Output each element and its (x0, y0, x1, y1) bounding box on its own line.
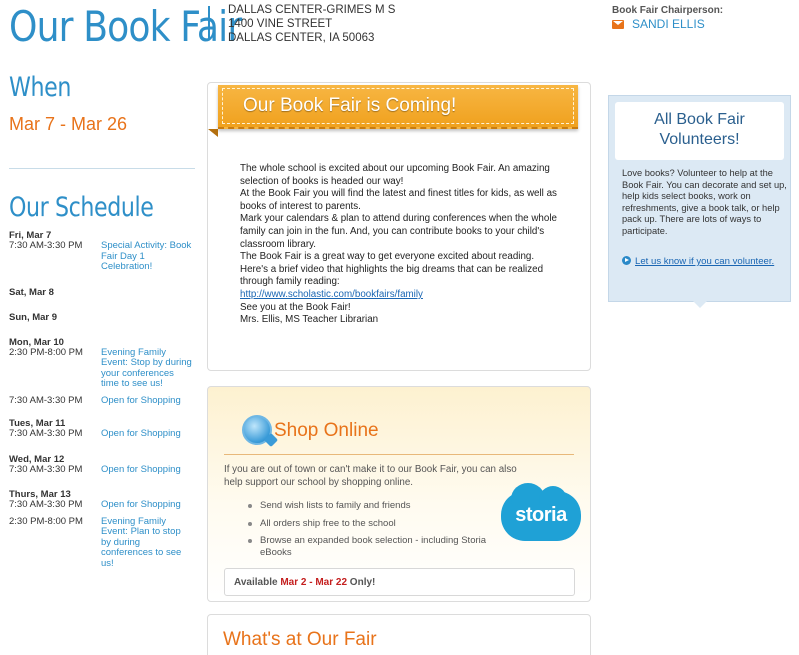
event-description: Open for Shopping (101, 499, 181, 510)
schedule-day: Fri, Mar 7 7:30 AM-3:30 PM Special Activit… (9, 230, 195, 273)
chairperson-name[interactable]: SANDI ELLIS (632, 17, 705, 31)
event-time: 7:30 AM-3:30 PM (9, 499, 83, 510)
sidebar-divider (9, 168, 195, 169)
available-prefix: Available (234, 577, 281, 588)
event-time: 7:30 AM-3:30 PM (9, 428, 83, 439)
event-description: Evening Family Event: Stop by during you… (101, 346, 192, 389)
schedule-list: Fri, Mar 7 7:30 AM-3:30 PM Special Activit… (9, 230, 195, 569)
event-time: 2:30 PM-8:00 PM (9, 515, 83, 527)
event-description: Evening Family Event: Plan to stop by du… (101, 515, 182, 569)
when-heading: When (9, 72, 71, 103)
event-time: 2:30 PM-8:00 PM (9, 346, 83, 358)
event-description: Open for Shopping (101, 428, 181, 439)
coming-signature: Mrs. Ellis, MS Teacher Librarian (240, 314, 379, 326)
event-description: Special Activity: Book Fair Day 1 Celebr… (101, 240, 192, 272)
coming-banner: Our Book Fair is Coming! (218, 85, 578, 129)
storia-label: storia (515, 504, 567, 526)
coming-closing: See you at the Book Fair! (240, 301, 351, 313)
schedule-event: 7:30 AM-3:30 PM Open for Shopping (9, 394, 195, 407)
site-title: Our Book Fair (9, 2, 242, 51)
schedule-date: Mon, Mar 10 (9, 336, 64, 348)
volunteer-link[interactable]: Let us know if you can volunteer. (622, 256, 782, 269)
volunteer-link-text[interactable]: Let us know if you can volunteer. (635, 256, 774, 267)
list-item: All orders ship free to the school (248, 518, 498, 530)
family-video-link[interactable]: http://www.scholastic.com/bookfairs/fami… (240, 289, 560, 302)
event-description: Open for Shopping (101, 463, 181, 475)
shop-intro: If you are out of town or can't make it … (224, 464, 517, 488)
available-suffix: Only! (347, 577, 376, 588)
shop-panel: Shop Online If you are out of town or ca… (207, 386, 591, 602)
list-item: Send wish lists to family and friends (248, 500, 498, 512)
schedule-event: 2:30 PM-8:00 PM Evening Family Event: Pla… (9, 515, 195, 570)
availability-notice: Available Mar 2 - Mar 22 Only! (224, 568, 575, 596)
schedule-event: 7:30 AM-3:30 PM Special Activity: Book Fa… (9, 240, 195, 273)
school-city: DALLAS CENTER, IA 50063 (228, 32, 375, 44)
volunteer-title-box: All Book Fair Volunteers! (615, 102, 784, 160)
shop-benefits-list: Send wish lists to family and friends Al… (248, 500, 498, 564)
coming-body: The whole school is excited about our up… (240, 163, 560, 327)
schedule-heading: Our Schedule (9, 192, 154, 223)
banner-fold (208, 129, 218, 137)
chairperson-contact[interactable]: SANDI ELLIS (612, 17, 705, 31)
coming-title: Our Book Fair is Coming! (243, 95, 457, 116)
available-dates: Mar 2 - Mar 22 (280, 577, 348, 588)
coming-paragraph: The whole school is excited about our up… (240, 163, 550, 187)
school-address: DALLAS CENTER-GRIMES M S 1400 VINE STREE… (228, 3, 395, 45)
schedule-day: Mon, Mar 10 2:30 PM-8:00 PM Evening Family… (9, 337, 195, 407)
schedule-date: Sun, Mar 9 (9, 311, 58, 323)
event-time: 7:30 AM-3:30 PM (9, 463, 83, 475)
coming-paragraph: Mark your calendars & plan to attend dur… (240, 213, 557, 250)
shop-title[interactable]: Shop Online (274, 420, 379, 442)
school-name: DALLAS CENTER-GRIMES M S (228, 4, 396, 16)
coming-paragraph: At the Book Fair you will find the lates… (240, 188, 557, 212)
schedule-event: 2:30 PM-8:00 PM Evening Family Event: Sto… (9, 346, 195, 390)
volunteer-box: All Book Fair Volunteers! Love books? Vo… (608, 95, 791, 308)
chairperson-label: Book Fair Chairperson: (612, 5, 724, 16)
schedule-day: Wed, Mar 12 7:30 AM-3:30 PM Open for Shopp… (9, 454, 195, 476)
event-description: Open for Shopping (101, 394, 181, 406)
volunteer-text: Love books? Volunteer to help at the Boo… (622, 168, 787, 236)
shop-online-icon (242, 415, 272, 445)
list-item: Browse an expanded book selection - incl… (248, 535, 498, 558)
shop-divider (224, 454, 574, 455)
schedule-date: Wed, Mar 12 (9, 453, 65, 465)
schedule-event: 7:30 AM-3:30 PM Open for Shopping (9, 428, 195, 440)
coming-panel: Our Book Fair is Coming! The whole schoo… (207, 82, 591, 371)
schedule-day: Sun, Mar 9 (9, 312, 195, 323)
schedule-date: Sat, Mar 8 (9, 286, 54, 298)
fair-title: What's at Our Fair (223, 629, 377, 650)
schedule-event: 7:30 AM-3:30 PM Open for Shopping (9, 463, 195, 476)
fair-dates: Mar 7 - Mar 26 (9, 114, 128, 134)
mail-icon[interactable] (612, 19, 624, 29)
header-divider (208, 6, 210, 40)
event-time: 7:30 AM-3:30 PM (9, 240, 83, 251)
schedule-day: Thurs, Mar 13 7:30 AM-3:30 PM Open for Sho… (9, 489, 195, 569)
storia-logo[interactable]: storia (501, 483, 581, 541)
fair-panel: What's at Our Fair (207, 614, 591, 655)
left-sidebar: When Mar 7 - Mar 26 Our Schedule Fri, Ma… (9, 72, 195, 569)
play-icon (622, 256, 631, 265)
schedule-day: Sat, Mar 8 (9, 287, 195, 298)
event-time: 7:30 AM-3:30 PM (9, 394, 83, 406)
volunteer-title: All Book Fair Volunteers! (654, 111, 745, 148)
volunteer-notch (693, 301, 707, 308)
schedule-event: 7:30 AM-3:30 PM Open for Shopping (9, 499, 195, 511)
school-street: 1400 VINE STREET (228, 18, 333, 30)
schedule-day: Tues, Mar 11 7:30 AM-3:30 PM Open for Shop… (9, 418, 195, 440)
coming-paragraph: The Book Fair is a great way to get ever… (240, 251, 544, 288)
